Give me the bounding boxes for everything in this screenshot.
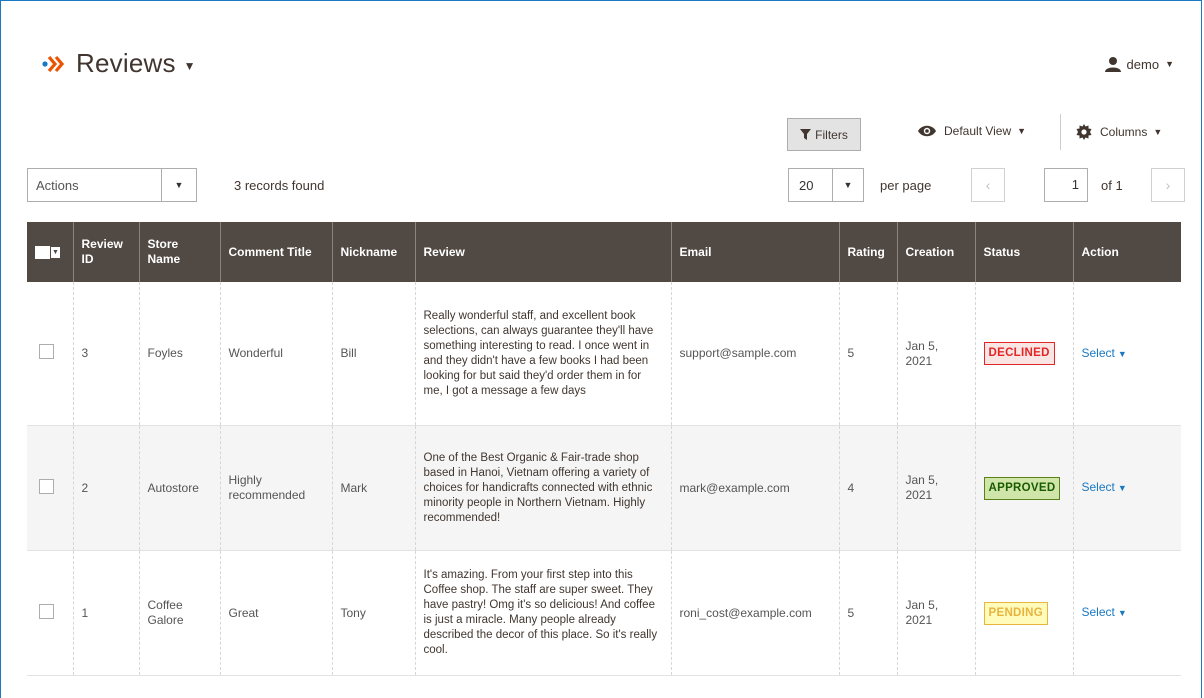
column-header-nickname[interactable]: Nickname: [331, 222, 415, 282]
creation-cell: Jan 5, 2021: [896, 425, 975, 551]
nickname-cell: Mark: [331, 425, 415, 551]
column-header-status[interactable]: Status: [974, 222, 1073, 282]
default-view-label: Default View: [944, 124, 1012, 138]
store-name-cell: Foyles: [138, 282, 220, 426]
mass-actions-value: Actions: [36, 177, 79, 193]
column-header-comment-title[interactable]: Comment Title: [219, 222, 332, 282]
creation-cell: Jan 5, 2021: [896, 550, 975, 676]
columns-dropdown[interactable]: Columns ▼: [1076, 124, 1162, 140]
store-name-cell: Coffee Galore: [138, 550, 220, 676]
eye-icon: [918, 125, 936, 137]
per-page-value: 20: [799, 177, 814, 193]
gear-icon: [1076, 124, 1092, 140]
chevron-down-icon: ▼: [1117, 348, 1127, 359]
rating-cell: 5: [838, 550, 897, 676]
table-row: 2 Autostore Highly recommended Mark One …: [27, 425, 1181, 551]
per-page-label: per page: [880, 178, 932, 193]
review-text-cell: Really wonderful staff, and excellent bo…: [423, 309, 654, 397]
comment-title-cell: Great: [219, 550, 332, 676]
chevron-down-icon: ▼: [832, 169, 863, 201]
mass-select-header[interactable]: ▼: [27, 222, 73, 282]
column-header-review-id[interactable]: Review ID: [72, 222, 139, 282]
column-header-creation[interactable]: Creation: [896, 222, 975, 282]
row-action-select[interactable]: Select ▼: [1082, 480, 1127, 494]
status-badge: DECLINED: [983, 342, 1055, 365]
nickname-cell: Tony: [331, 550, 415, 676]
creation-cell: Jan 5, 2021: [896, 282, 975, 426]
columns-label: Columns: [1100, 125, 1148, 139]
filters-label: Filters: [815, 127, 848, 142]
page-title-area: Reviews ▼: [42, 48, 196, 79]
records-found: 3 records found: [234, 178, 325, 193]
filter-icon: [800, 129, 812, 140]
comment-title-cell: Highly recommended: [219, 425, 332, 551]
chevron-down-icon[interactable]: ▼: [184, 59, 196, 73]
user-icon: [1104, 57, 1121, 72]
page-number-input[interactable]: 1: [1044, 168, 1088, 202]
column-header-review[interactable]: Review: [414, 222, 671, 282]
column-header-email[interactable]: Email: [670, 222, 839, 282]
user-menu[interactable]: demo ▼: [1104, 56, 1174, 72]
chevron-down-icon: ▼: [1017, 126, 1027, 136]
nickname-cell: Bill: [331, 282, 415, 426]
chevron-down-icon[interactable]: ▼: [51, 246, 60, 258]
row-checkbox[interactable]: [39, 344, 54, 359]
select-all-checkbox[interactable]: [35, 245, 50, 259]
row-action-select[interactable]: Select ▼: [1082, 605, 1127, 619]
column-header-rating[interactable]: Rating: [838, 222, 897, 282]
next-page-button[interactable]: ›: [1151, 168, 1185, 202]
chevron-down-icon: ▼: [1153, 127, 1163, 137]
chevron-down-icon: ▼: [1117, 608, 1127, 618]
comment-title-cell: Wonderful: [219, 282, 332, 426]
page-title[interactable]: Reviews: [76, 48, 176, 79]
rating-cell: 5: [838, 282, 897, 426]
row-action-select[interactable]: Select ▼: [1082, 346, 1127, 360]
table-row: 3 Foyles Wonderful Bill Really wonderful…: [27, 282, 1181, 426]
chevron-right-icon: ›: [1165, 177, 1171, 193]
chevron-down-icon: ▼: [1117, 483, 1127, 493]
select-label: Select: [1081, 605, 1115, 619]
mass-actions-select[interactable]: Actions ▼: [27, 168, 197, 202]
email-cell: mark@example.com: [670, 425, 839, 551]
review-id-cell: 3: [72, 282, 139, 426]
total-pages-label: of 1: [1101, 178, 1123, 193]
row-checkbox[interactable]: [39, 603, 54, 619]
column-header-action: Action: [1072, 222, 1181, 282]
filters-button[interactable]: Filters: [787, 118, 861, 151]
table-row: 1 Coffee Galore Great Tony It's amazing.…: [27, 550, 1181, 676]
row-checkbox[interactable]: [39, 478, 54, 494]
per-page-select[interactable]: 20 ▼: [788, 168, 864, 202]
status-badge: PENDING: [983, 601, 1048, 625]
email-cell: support@sample.com: [670, 282, 839, 426]
select-label: Select: [1081, 345, 1115, 360]
default-view-dropdown[interactable]: Default View ▼: [918, 124, 1026, 138]
reviews-grid: ▼ Review ID Store Name Comment Title Nic…: [27, 222, 1181, 676]
previous-page-button[interactable]: ‹: [971, 168, 1005, 202]
review-id-cell: 1: [72, 550, 139, 676]
toolbar-divider: [1060, 114, 1061, 150]
review-text-cell: One of the Best Organic & Fair-trade sho…: [423, 451, 653, 524]
email-cell: roni_cost@example.com: [670, 550, 839, 676]
status-badge: APPROVED: [983, 476, 1061, 500]
user-name: demo: [1126, 56, 1160, 72]
store-name-cell: Autostore: [138, 425, 220, 551]
review-id-cell: 2: [72, 425, 139, 551]
logo-icon: [42, 55, 65, 72]
review-text-cell: It's amazing. From your first step into …: [423, 569, 658, 656]
chevron-left-icon: ‹: [985, 177, 991, 193]
rating-cell: 4: [838, 425, 897, 551]
chevron-down-icon: ▼: [1165, 59, 1174, 69]
chevron-down-icon: ▼: [161, 169, 196, 201]
column-header-store-name[interactable]: Store Name: [138, 222, 220, 282]
table-header-row: ▼ Review ID Store Name Comment Title Nic…: [27, 222, 1181, 282]
select-label: Select: [1081, 480, 1115, 494]
